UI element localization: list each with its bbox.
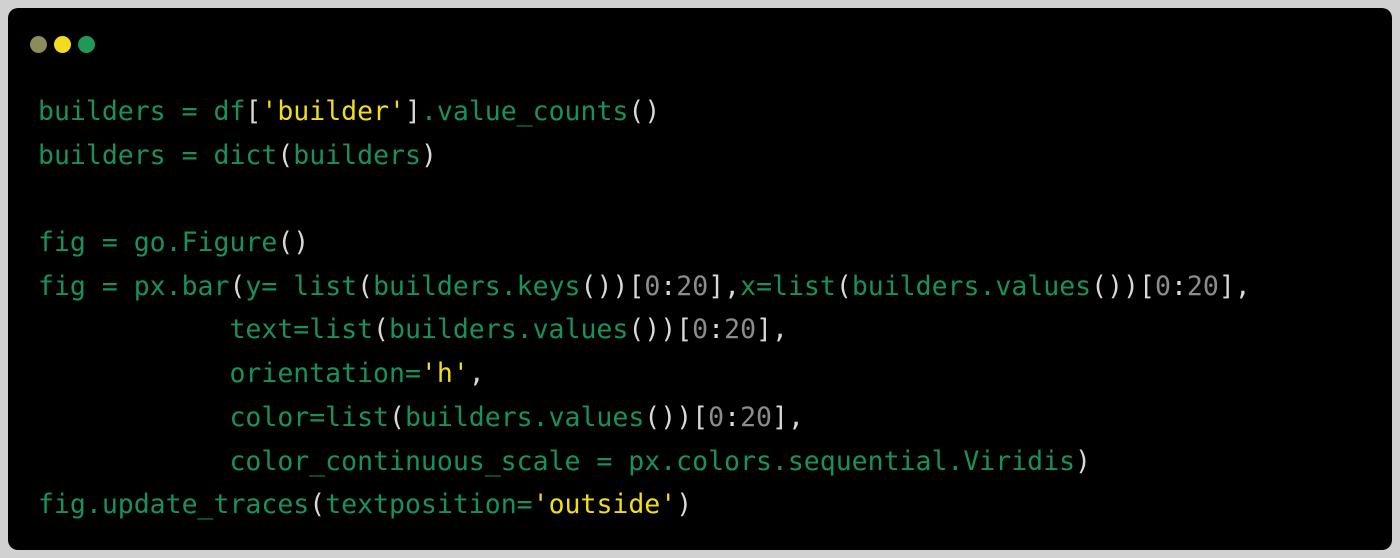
code-token: ( [229,270,246,302]
code-token: text=list [38,314,374,346]
code-token: : [660,270,677,302]
code-line: builders = dict(builders) [38,134,1251,178]
window-controls [30,36,95,53]
code-token: ())[ [628,314,693,346]
code-token: ], [771,401,804,433]
code-token: fig = go.Figure [38,227,278,259]
code-token: 0 [1154,270,1171,302]
code-token: () [628,96,661,127]
code-token: builders.values [404,401,645,433]
code-token: ( [389,401,405,433]
code-token: ] [404,96,421,127]
code-token: , [468,358,485,390]
code-token: 0 [692,314,709,346]
code-token: ( [357,270,374,302]
code-token: () [277,227,310,259]
code-token: : [724,401,741,433]
minimize-dot-icon[interactable] [54,36,71,53]
code-token: 20 [740,401,772,433]
close-dot-icon[interactable] [30,36,47,53]
code-token: 'h' [420,358,469,390]
code-token: 20 [1186,270,1219,302]
code-token: fig.update_traces [38,489,310,521]
code-line: fig = px.bar(y= list(builders.keys())[0:… [38,265,1251,309]
code-token: ())[ [1091,270,1155,302]
code-line: color_continuous_scale = px.colors.seque… [38,440,1251,484]
code-token: fig = px.bar [38,270,230,302]
code-token: ) [420,139,437,171]
code-token: color_continuous_scale = px.colors.seque… [38,445,1076,477]
code-token: : [1170,270,1187,302]
code-token: 0 [708,401,725,433]
code-token: ) [676,489,693,521]
code-token: builders.values [389,314,629,346]
code-line: color=list(builders.values())[0:20], [38,396,1251,440]
code-line: fig = go.Figure() [38,221,1251,265]
zoom-dot-icon[interactable] [78,36,95,53]
code-token: 'builder' [261,96,405,127]
code-token: : [708,314,725,346]
code-token: 20 [676,270,709,302]
code-token: ())[ [580,270,645,302]
code-token: 'outside' [532,489,677,521]
code-line: builders = df['builder'].value_counts() [38,90,1251,134]
code-token: [ [245,96,262,127]
code-line: text=list(builders.values())[0:20], [38,308,1251,352]
background-frame: builders = df['builder'].value_counts() b… [0,0,1400,558]
code-token: ( [373,314,390,346]
code-token: ( [309,489,326,521]
code-token: ], [708,270,741,302]
code-token: ) [1075,445,1092,477]
code-token: builders [293,139,421,171]
code-token: builders = df [38,96,246,127]
code-token: 20 [724,314,757,346]
code-token: y= list [245,270,358,302]
code-token: 0 [644,270,661,302]
code-token: ], [756,314,788,346]
code-token: builders = dict [38,139,278,171]
code-token: x=list [740,270,836,302]
code-line: fig.update_traces(textposition='outside'… [38,483,1251,527]
code-token: .value_counts [420,96,629,127]
code-block: builders = df['builder'].value_counts() b… [38,90,1251,527]
code-token: builders.keys [373,270,581,302]
code-line: orientation='h', [38,352,1251,396]
code-token: textposition= [325,489,533,521]
code-token: ( [835,270,852,302]
code-token: orientation= [38,358,421,390]
code-token: ( [277,139,294,171]
code-token: color=list [38,401,389,433]
code-token: builders.values [851,270,1092,302]
code-window: builders = df['builder'].value_counts() b… [8,8,1392,550]
code-token: ())[ [644,401,709,433]
code-token: ], [1218,270,1251,302]
